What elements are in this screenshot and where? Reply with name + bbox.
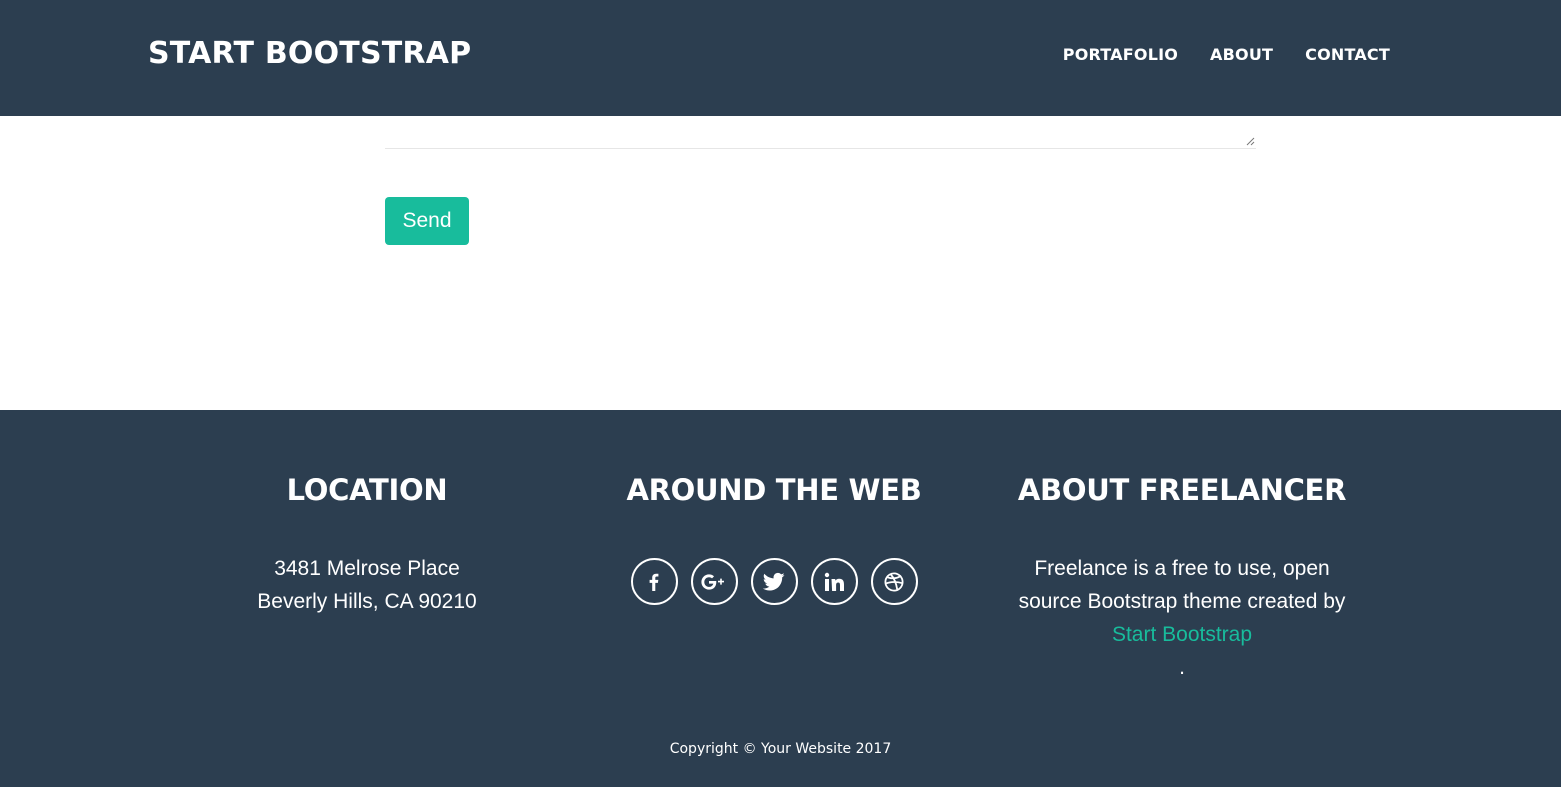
about-freelancer-text: Freelance is a free to use, open source … [1001, 552, 1363, 684]
location-title: LOCATION [286, 473, 448, 507]
nav-link-about[interactable]: ABOUT [1210, 45, 1273, 64]
start-bootstrap-link[interactable]: Start Bootstrap [1112, 623, 1252, 646]
brand-link[interactable]: START BOOTSTRAP [148, 36, 471, 71]
dribbble-button[interactable] [870, 558, 918, 605]
contact-section: Send [0, 116, 1561, 410]
social-links [594, 558, 954, 605]
nav-link-contact[interactable]: CONTACT [1305, 45, 1390, 64]
send-button[interactable]: Send [385, 197, 469, 245]
copyright-text: Copyright © Your Website 2017 [669, 741, 892, 757]
linkedin-icon [824, 572, 844, 591]
twitter-button[interactable] [750, 558, 798, 605]
linkedin-button[interactable] [810, 558, 858, 605]
google-plus-icon [701, 573, 724, 590]
google-plus-button[interactable] [690, 558, 738, 605]
dribbble-icon [884, 571, 904, 592]
nav-link-portafolio[interactable]: PORTAFOLIO [1063, 45, 1178, 64]
nav-links: PORTAFOLIO ABOUT CONTACT [1063, 45, 1390, 64]
facebook-button[interactable] [630, 558, 678, 605]
around-the-web-title: AROUND THE WEB [626, 473, 922, 507]
address-line-2: Beverly Hills, CA 90210 [257, 590, 477, 613]
footer: LOCATION 3481 Melrose Place Beverly Hill… [0, 410, 1561, 787]
address-line-1: 3481 Melrose Place [274, 557, 460, 580]
message-textarea[interactable] [385, 116, 1256, 149]
navbar: START BOOTSTRAP PORTAFOLIO ABOUT CONTACT [0, 0, 1561, 116]
about-text-before: Freelance is a free to use, open source … [1018, 557, 1346, 613]
twitter-icon [763, 572, 785, 591]
resize-grip-icon[interactable] [1246, 137, 1255, 146]
facebook-icon [649, 573, 659, 591]
location-address: 3481 Melrose Place Beverly Hills, CA 902… [187, 552, 547, 618]
about-freelancer-title: ABOUT FREELANCER [1017, 473, 1347, 507]
about-text-after: . [1179, 656, 1185, 679]
